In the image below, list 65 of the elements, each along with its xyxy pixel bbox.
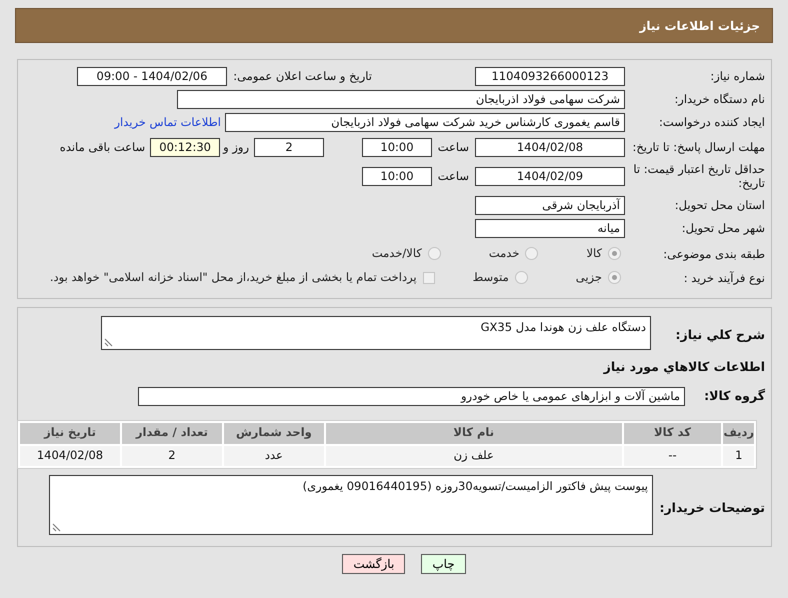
field-label: طبقه بندی موضوعی: [662,246,765,261]
resize-grip-icon[interactable] [52,522,61,532]
field-value: دستگاه علف زن هوندا مدل GX35 [480,320,646,334]
value-field: میانه [475,218,625,238]
notes-field[interactable]: پیوست پیش فاکتور الزامیست/تسویه30روزه (09016440195 یغموری) [49,474,653,534]
column-header: نام کالا [326,422,622,444]
table-cell: 1404/02/08 [20,446,120,466]
field-label: ساعت باقی مانده [58,138,146,156]
column-header: کد کالا [624,422,722,444]
value-field: 1104093266000123 [475,67,625,86]
value-field: قاسم یغموری کارشناس خرید شرکت سهامی فولاد اذربایجان [225,113,625,132]
contact-link[interactable]: اطلاعات تماس خریدار [114,114,221,132]
value-field: آذربایجان شرقی [475,196,625,215]
description-field[interactable]: دستگاه علف زن هوندا مدل GX35 [101,316,651,350]
field-label: استان محل تحویل: [674,198,765,212]
radio-button[interactable] [608,247,621,260]
value-field: 2 [254,138,324,157]
field-label: شهر محل تحویل: [680,221,765,236]
value-field: ماشین آلات و ابزارهای عمومی یا خاص خودرو [138,386,685,406]
value-field: 00:12:30 [150,138,220,157]
field-label: شرح کلي نياز: [674,326,765,344]
field-label: مهلت ارسال پاسخ: تا تاریخ: [631,140,765,155]
radio-button[interactable] [525,247,538,260]
table-cell: -- [624,446,722,466]
back-button[interactable]: بازگشت [342,554,406,574]
field-label: ساعت [436,168,470,185]
value-field: 1404/02/08 [475,138,625,157]
field-label: توضیحات خریدار: [658,498,765,517]
option-label: متوسط [472,269,509,286]
option-label: کالا [586,245,602,262]
value-field: شرکت سهامی فولاد اذربایجان [177,90,625,109]
column-header: تاریخ نیاز [20,422,120,444]
column-header: ردیف [723,422,754,444]
column-header: تعداد / مقدار [122,422,222,444]
field-label: تاریخ و ساعت اعلان عمومی: [232,68,373,85]
field-label: نام دستگاه خریدار: [673,92,765,107]
field-label: شماره نیاز: [709,69,765,84]
print-button[interactable]: چاپ [421,554,466,574]
field-value: پیوست پیش فاکتور الزامیست/تسویه30روزه (09016440195 یغموری) [302,478,648,492]
value-field: 1404/02/06 - 09:00 [77,67,227,86]
checkbox[interactable] [422,272,435,284]
option-label: خدمت [488,245,520,262]
field-label: حداقل تاریخ اعتبار قیمت: تا تاریخ: [632,162,765,191]
section-heading: اطلاعات کالاهاي مورد نياز [604,358,765,376]
field-label: ساعت [436,138,470,156]
value-field: 10:00 [362,166,432,186]
field-label: ایجاد کننده درخواست: [658,115,765,130]
field-label: روز و [222,138,250,156]
table-cell: عدد [224,446,324,466]
radio-button[interactable] [514,271,528,284]
resize-grip-icon[interactable] [104,338,113,347]
table-cell: 1 [723,446,754,466]
option-label: جزیی [576,269,602,286]
field-label: گروه کالا: [703,386,765,405]
page-title: جزئیات اطلاعات نیاز [639,18,760,34]
checkbox-label: پرداخت تمام یا بخشی از مبلغ خرید،از محل "اسناد خزانه اسلامی" خواهد بود. [50,269,417,286]
value-field: 10:00 [362,138,432,157]
field-label: نوع فرآیند خرید : [682,270,765,285]
value-field: 1404/02/09 [475,166,625,186]
table-cell: 2 [122,446,222,466]
column-header: واحد شمارش [224,422,324,444]
table-cell: علف زن [326,446,622,466]
option-label: کالا/خدمت [372,245,422,262]
radio-button[interactable] [428,247,441,260]
radio-button[interactable] [608,271,621,284]
